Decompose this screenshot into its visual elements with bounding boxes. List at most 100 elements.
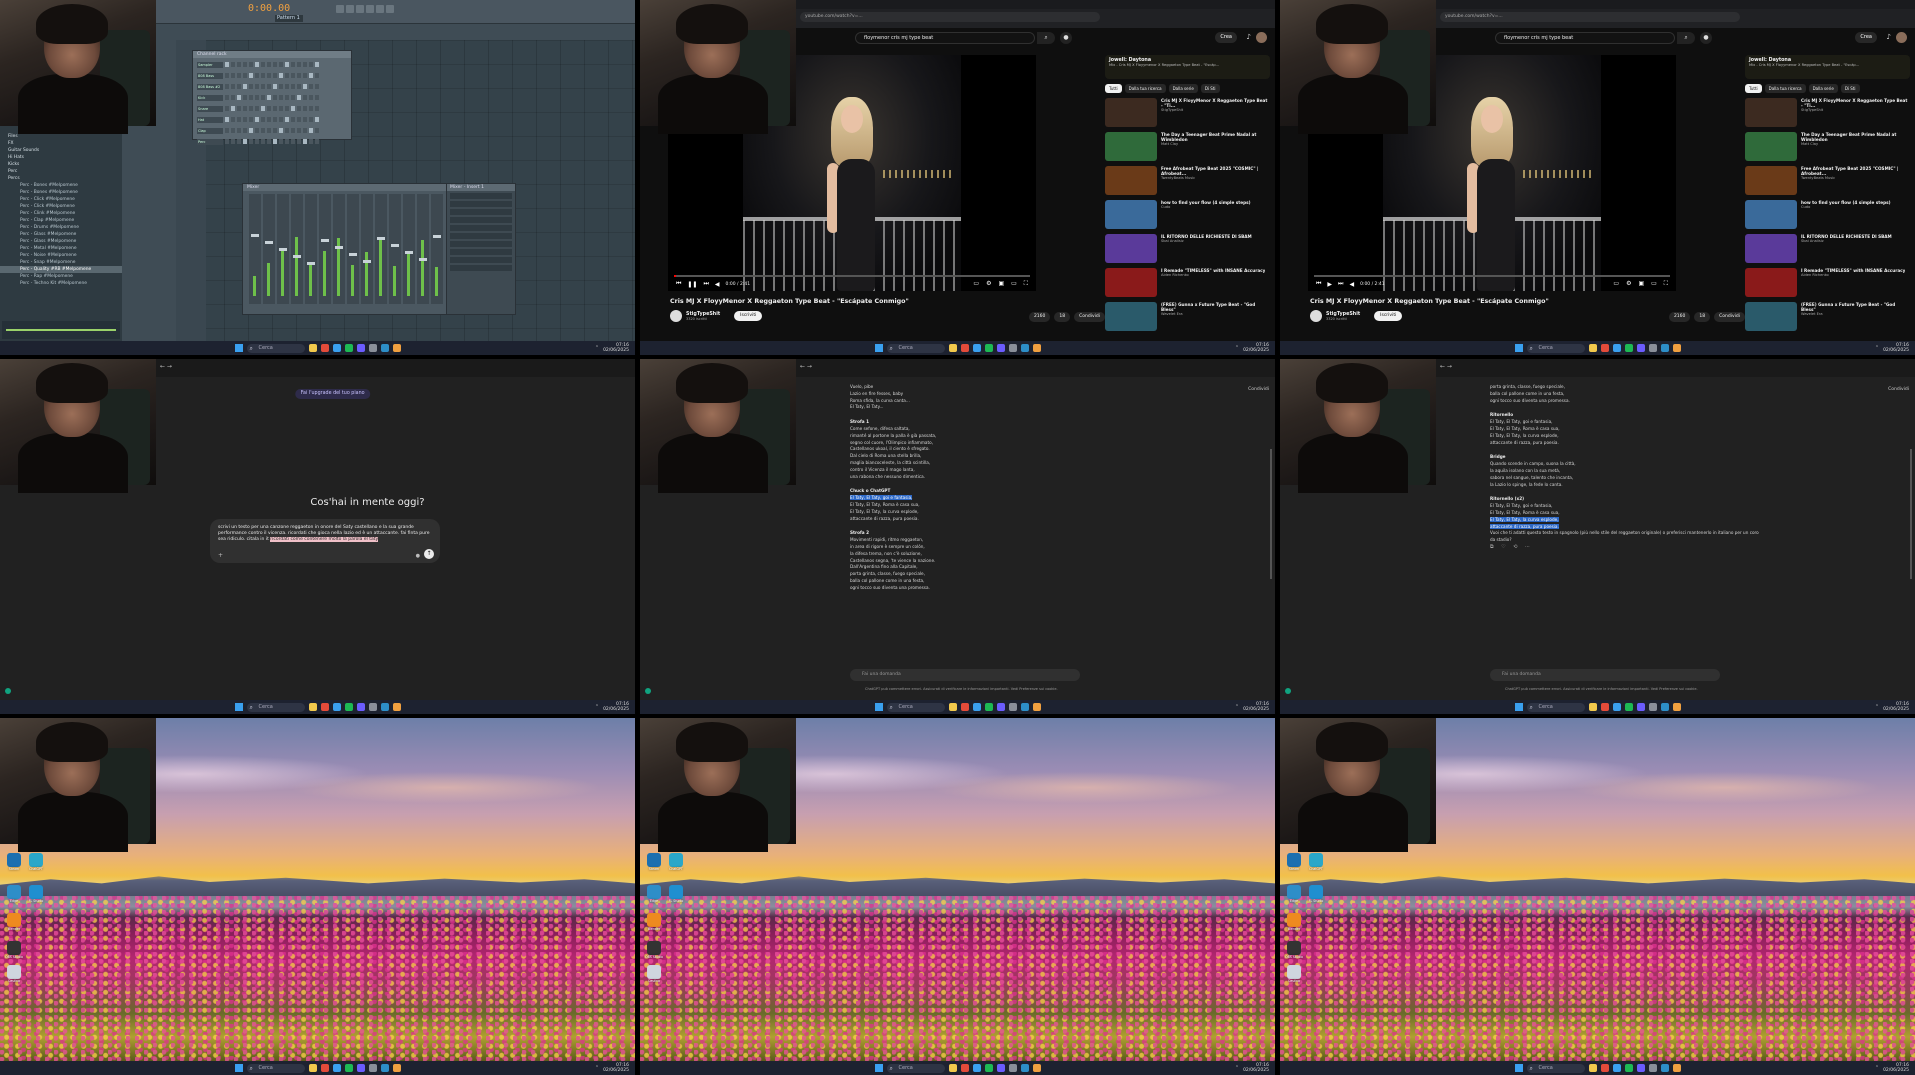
- browser-item[interactable]: FX: [0, 140, 122, 147]
- mixer-fader[interactable]: [391, 244, 399, 247]
- recommended-video[interactable]: IL RITORNO DELLE RICHIESTE DI SBAM Sbai A…: [1745, 234, 1910, 264]
- taskbar-app-icon[interactable]: [1636, 344, 1645, 352]
- taskbar-app-icon[interactable]: [380, 1064, 389, 1072]
- miniplayer-icon[interactable]: ▣: [998, 280, 1004, 288]
- taskbar-app-icon[interactable]: [344, 703, 353, 711]
- step-button[interactable]: [309, 139, 313, 144]
- browser-item[interactable]: Guitar Sounds: [0, 147, 122, 154]
- step-button[interactable]: [309, 128, 313, 133]
- filter-chip[interactable]: Tutti: [1745, 84, 1762, 93]
- taskbar-app-icon[interactable]: [320, 1064, 329, 1072]
- ask-input[interactable]: Fai una domanda: [1490, 669, 1720, 681]
- mixer-track[interactable]: [305, 194, 317, 304]
- recommended-video[interactable]: how to find your flow (4 simple steps) Cu…: [1105, 200, 1270, 230]
- step-button[interactable]: [279, 128, 283, 133]
- fl-toolbar-button[interactable]: [376, 5, 384, 13]
- step-button[interactable]: [303, 106, 307, 111]
- taskbar-app-icon[interactable]: [380, 703, 389, 711]
- step-button[interactable]: [279, 62, 283, 67]
- step-button[interactable]: [249, 62, 253, 67]
- browser-item[interactable]: Perc - Drums #Melpomene: [0, 224, 122, 231]
- taskbar-app-icon[interactable]: [1648, 1064, 1657, 1072]
- taskbar-app-icon[interactable]: [356, 344, 365, 352]
- taskbar-app-icon[interactable]: [1600, 1064, 1609, 1072]
- step-button[interactable]: [255, 106, 259, 111]
- mixer-fader[interactable]: [251, 234, 259, 237]
- step-button[interactable]: [273, 95, 277, 100]
- step-button[interactable]: [315, 128, 319, 133]
- step-button[interactable]: [291, 128, 295, 133]
- video-thumbnail[interactable]: [1105, 166, 1157, 195]
- fl-pattern-selector[interactable]: Pattern 1: [275, 15, 303, 22]
- step-button[interactable]: [225, 128, 229, 133]
- step-button[interactable]: [261, 84, 265, 89]
- fx-slot[interactable]: [450, 193, 512, 199]
- tray-chevron-icon[interactable]: ⌃: [1235, 704, 1239, 710]
- step-button[interactable]: [237, 62, 241, 67]
- taskbar-app-icon[interactable]: [972, 1064, 981, 1072]
- settings-icon[interactable]: ⚙: [986, 280, 991, 288]
- next-icon[interactable]: ⏭: [703, 280, 708, 288]
- desktop-icon[interactable]: OBS Studio: [1284, 941, 1304, 959]
- desktop-icon[interactable]: FL Studio: [666, 885, 686, 903]
- step-button[interactable]: [255, 84, 259, 89]
- recommended-video[interactable]: how to find your flow (4 simple steps) Cu…: [1745, 200, 1910, 230]
- step-button[interactable]: [297, 95, 301, 100]
- browser-item[interactable]: Files: [0, 133, 122, 140]
- taskbar-app-icon[interactable]: [996, 703, 1005, 711]
- taskbar-app-icon[interactable]: [1008, 344, 1017, 352]
- taskbar-app-icon[interactable]: [1612, 344, 1621, 352]
- browser-item[interactable]: Perc - Bones #Melpomene: [0, 182, 122, 189]
- windows-start-icon[interactable]: [1514, 1064, 1523, 1072]
- desktop-icon[interactable]: Blender: [1284, 913, 1304, 931]
- step-button[interactable]: [309, 62, 313, 67]
- recommended-video[interactable]: Cris MJ X FloyyMenor X Reggaeton Type Be…: [1105, 98, 1270, 128]
- video-thumbnail[interactable]: [1745, 268, 1797, 297]
- fx-slot[interactable]: [450, 265, 512, 271]
- video-thumbnail[interactable]: [1745, 234, 1797, 263]
- taskbar-app-icon[interactable]: [972, 703, 981, 711]
- step-button[interactable]: [291, 84, 295, 89]
- share-button[interactable]: Condividi: [1714, 312, 1745, 322]
- subscribe-button[interactable]: Iscriviti: [1374, 311, 1403, 321]
- step-button[interactable]: [273, 84, 277, 89]
- theater-icon[interactable]: ▭: [1011, 280, 1017, 288]
- recommended-video[interactable]: I Remade "TIMELESS" with INSANE Accuracy…: [1745, 268, 1910, 298]
- step-button[interactable]: [279, 117, 283, 122]
- avatar[interactable]: [1256, 32, 1267, 43]
- step-button[interactable]: [255, 73, 259, 78]
- taskbar-app-icon[interactable]: [984, 1064, 993, 1072]
- step-button[interactable]: [249, 84, 253, 89]
- taskbar-app-icon[interactable]: [308, 344, 317, 352]
- video-thumbnail[interactable]: [1745, 166, 1797, 195]
- filter-chip[interactable]: Di Sti: [1200, 84, 1220, 93]
- step-button[interactable]: [273, 128, 277, 133]
- theater-icon[interactable]: ▭: [1651, 280, 1657, 288]
- video-thumbnail[interactable]: [1105, 234, 1157, 263]
- desktop-icon[interactable]: Blender: [4, 913, 24, 931]
- taskbar-search[interactable]: Cerca: [246, 1063, 305, 1073]
- step-button[interactable]: [267, 95, 271, 100]
- step-button[interactable]: [273, 73, 277, 78]
- address-bar[interactable]: youtube.com/watch?v=...: [1440, 12, 1740, 22]
- taskbar-app-icon[interactable]: [1672, 1064, 1681, 1072]
- channel-avatar[interactable]: [670, 310, 682, 322]
- step-button[interactable]: [231, 95, 235, 100]
- step-button[interactable]: [273, 106, 277, 111]
- step-button[interactable]: [243, 128, 247, 133]
- comments-button[interactable]: 18: [1054, 312, 1071, 322]
- step-button[interactable]: [291, 62, 295, 67]
- filter-chip[interactable]: Dalla tua ricerca: [1764, 84, 1806, 93]
- taskbar-app-icon[interactable]: [344, 344, 353, 352]
- taskbar-app-icon[interactable]: [1588, 344, 1597, 352]
- taskbar-app-icon[interactable]: [960, 344, 969, 352]
- windows-start-icon[interactable]: [874, 344, 883, 352]
- video-thumbnail[interactable]: [1745, 302, 1797, 331]
- step-button[interactable]: [315, 117, 319, 122]
- youtube-search-input[interactable]: floymenor cris mj type beat: [1495, 32, 1675, 44]
- browser-item[interactable]: Perc - Glass #Melpomene: [0, 238, 122, 245]
- step-button[interactable]: [249, 106, 253, 111]
- step-button[interactable]: [303, 139, 307, 144]
- recommended-video[interactable]: Cris MJ X FloyyMenor X Reggaeton Type Be…: [1745, 98, 1910, 128]
- browser-item[interactable]: Perc - Glass #Melpomene: [0, 231, 122, 238]
